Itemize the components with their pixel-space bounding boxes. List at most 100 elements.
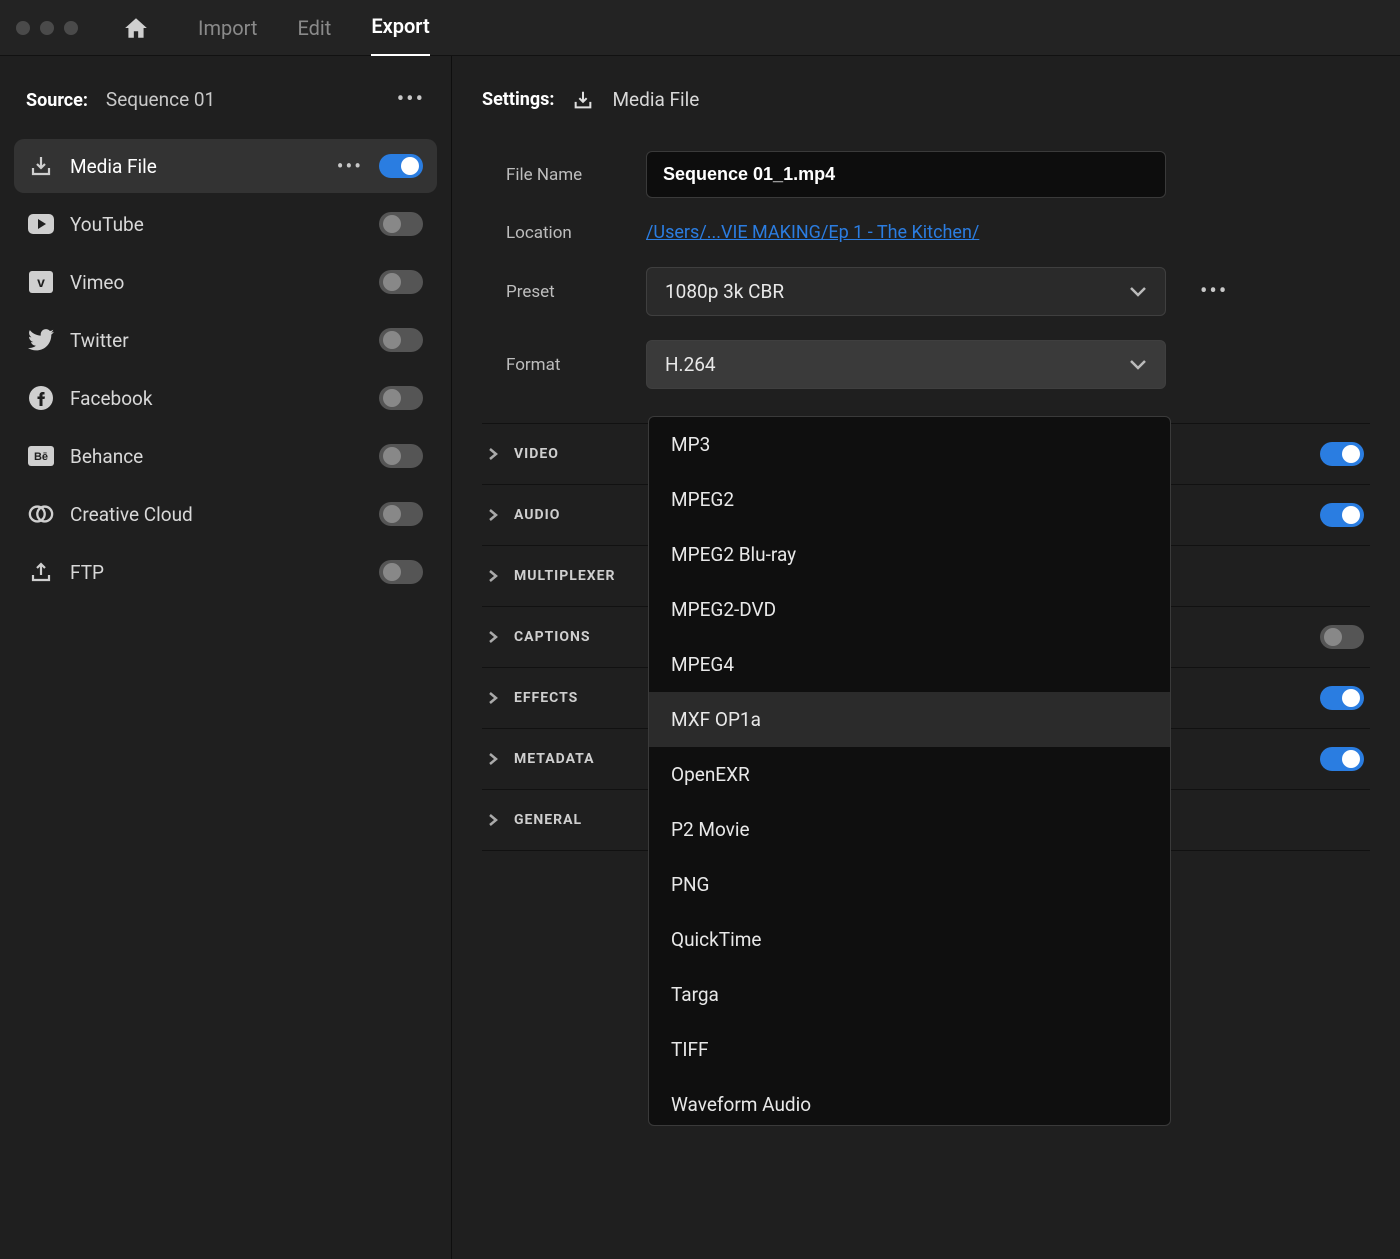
preset-value: 1080p 3k CBR — [665, 280, 784, 303]
destination-label: Vimeo — [70, 271, 363, 294]
format-option[interactable]: MPEG2-DVD — [649, 582, 1170, 637]
destination-label: Media File — [70, 155, 321, 178]
destination-toggle[interactable] — [379, 154, 423, 178]
accordion-toggle[interactable] — [1320, 503, 1364, 527]
tab-export[interactable]: Export — [371, 0, 429, 57]
preset-row: Preset 1080p 3k CBR ••• — [482, 255, 1370, 328]
accordion-toggle[interactable] — [1320, 686, 1364, 710]
tab-import[interactable]: Import — [198, 0, 257, 56]
format-row: Format H.264 — [482, 328, 1370, 401]
chevron-down-icon — [1129, 359, 1147, 371]
format-option[interactable]: P2 Movie — [649, 802, 1170, 857]
home-button[interactable] — [116, 16, 156, 40]
behance-icon: Bē — [28, 446, 54, 466]
svg-text:v: v — [37, 274, 45, 290]
svg-text:Bē: Bē — [34, 451, 48, 463]
maximize-window-icon[interactable] — [64, 21, 78, 35]
format-option[interactable]: TIFF — [649, 1022, 1170, 1077]
destination-toggle[interactable] — [379, 270, 423, 294]
format-option[interactable]: MPEG4 — [649, 637, 1170, 692]
destination-label: Facebook — [70, 387, 363, 410]
destination-twitter[interactable]: Twitter — [14, 313, 437, 367]
format-option[interactable]: Waveform Audio — [649, 1077, 1170, 1125]
format-option[interactable]: OpenEXR — [649, 747, 1170, 802]
destination-vimeo[interactable]: v Vimeo — [14, 255, 437, 309]
destination-toggle[interactable] — [379, 444, 423, 468]
chevron-right-icon — [488, 630, 498, 644]
accordion-toggle[interactable] — [1320, 747, 1364, 771]
minimize-window-icon[interactable] — [40, 21, 54, 35]
destination-label: Twitter — [70, 329, 363, 352]
source-name[interactable]: Sequence 01 — [106, 88, 215, 111]
destination-toggle[interactable] — [379, 386, 423, 410]
destination-youtube[interactable]: YouTube — [14, 197, 437, 251]
accordion-toggle[interactable] — [1320, 625, 1364, 649]
format-option[interactable]: MPEG2 Blu-ray — [649, 527, 1170, 582]
destination-facebook[interactable]: Facebook — [14, 371, 437, 425]
location-row: Location /Users/...VIE MAKING/Ep 1 - The… — [482, 210, 1370, 255]
file-name-row: File Name — [482, 139, 1370, 210]
format-option[interactable]: Targa — [649, 967, 1170, 1022]
destination-label: Behance — [70, 445, 363, 468]
settings-header: Settings: Media File — [482, 80, 1370, 139]
home-icon — [123, 16, 149, 40]
destination-ftp[interactable]: FTP — [14, 545, 437, 599]
window-controls — [16, 21, 78, 35]
accordion-label: GENERAL — [514, 812, 582, 828]
destination-more-button[interactable]: ••• — [337, 154, 363, 178]
ftp-icon — [28, 560, 54, 584]
location-label: Location — [506, 223, 626, 243]
chevron-right-icon — [488, 691, 498, 705]
accordion-label: EFFECTS — [514, 690, 578, 706]
main-area: Source: Sequence 01 ••• Media File ••• You… — [0, 56, 1400, 1259]
destination-toggle[interactable] — [379, 502, 423, 526]
format-dropdown-list[interactable]: MP3MPEG2MPEG2 Blu-rayMPEG2-DVDMPEG4MXF O… — [649, 417, 1170, 1125]
format-label: Format — [506, 355, 626, 375]
format-value: H.264 — [665, 353, 716, 376]
destination-cc[interactable]: Creative Cloud — [14, 487, 437, 541]
preset-label: Preset — [506, 282, 626, 302]
location-link[interactable]: /Users/...VIE MAKING/Ep 1 - The Kitchen/ — [646, 222, 979, 243]
file-name-label: File Name — [506, 165, 626, 185]
destination-toggle[interactable] — [379, 212, 423, 236]
source-more-button[interactable]: ••• — [397, 89, 425, 111]
format-option[interactable]: MPEG2 — [649, 472, 1170, 527]
destination-label: YouTube — [70, 213, 363, 236]
youtube-icon — [28, 214, 54, 234]
source-label: Source: — [26, 90, 88, 111]
settings-panel: Settings: Media File File Name Location … — [452, 56, 1400, 1259]
preset-more-button[interactable]: ••• — [1200, 279, 1228, 304]
destination-toggle[interactable] — [379, 328, 423, 352]
file-name-input[interactable] — [646, 151, 1166, 198]
format-select[interactable]: H.264 — [646, 340, 1166, 389]
preset-select[interactable]: 1080p 3k CBR — [646, 267, 1166, 316]
accordion-label: AUDIO — [514, 507, 560, 523]
accordion-label: VIDEO — [514, 446, 559, 462]
cc-icon — [28, 504, 54, 524]
destination-media-file[interactable]: Media File ••• — [14, 139, 437, 193]
source-row: Source: Sequence 01 ••• — [14, 80, 437, 139]
destination-label: FTP — [70, 561, 363, 584]
tab-edit[interactable]: Edit — [297, 0, 331, 56]
format-option[interactable]: MP3 — [649, 417, 1170, 472]
accordion-label: METADATA — [514, 751, 595, 767]
close-window-icon[interactable] — [16, 21, 30, 35]
chevron-down-icon — [1129, 286, 1147, 298]
format-option[interactable]: QuickTime — [649, 912, 1170, 967]
destination-behance[interactable]: Bē Behance — [14, 429, 437, 483]
chevron-right-icon — [488, 813, 498, 827]
destination-label: Creative Cloud — [70, 503, 363, 526]
chevron-right-icon — [488, 752, 498, 766]
accordion-toggle[interactable] — [1320, 442, 1364, 466]
destination-toggle[interactable] — [379, 560, 423, 584]
settings-label: Settings: — [482, 89, 554, 110]
format-dropdown: MP3MPEG2MPEG2 Blu-rayMPEG2-DVDMPEG4MXF O… — [648, 416, 1171, 1126]
destination-list: Media File ••• YouTube v Vimeo Twitter Faceboo… — [14, 139, 437, 599]
twitter-icon — [28, 329, 54, 351]
download-icon — [572, 89, 594, 111]
format-option[interactable]: MXF OP1a — [649, 692, 1170, 747]
titlebar: Import Edit Export — [0, 0, 1400, 56]
destinations-panel: Source: Sequence 01 ••• Media File ••• You… — [0, 56, 452, 1259]
accordion-label: CAPTIONS — [514, 629, 591, 645]
format-option[interactable]: PNG — [649, 857, 1170, 912]
